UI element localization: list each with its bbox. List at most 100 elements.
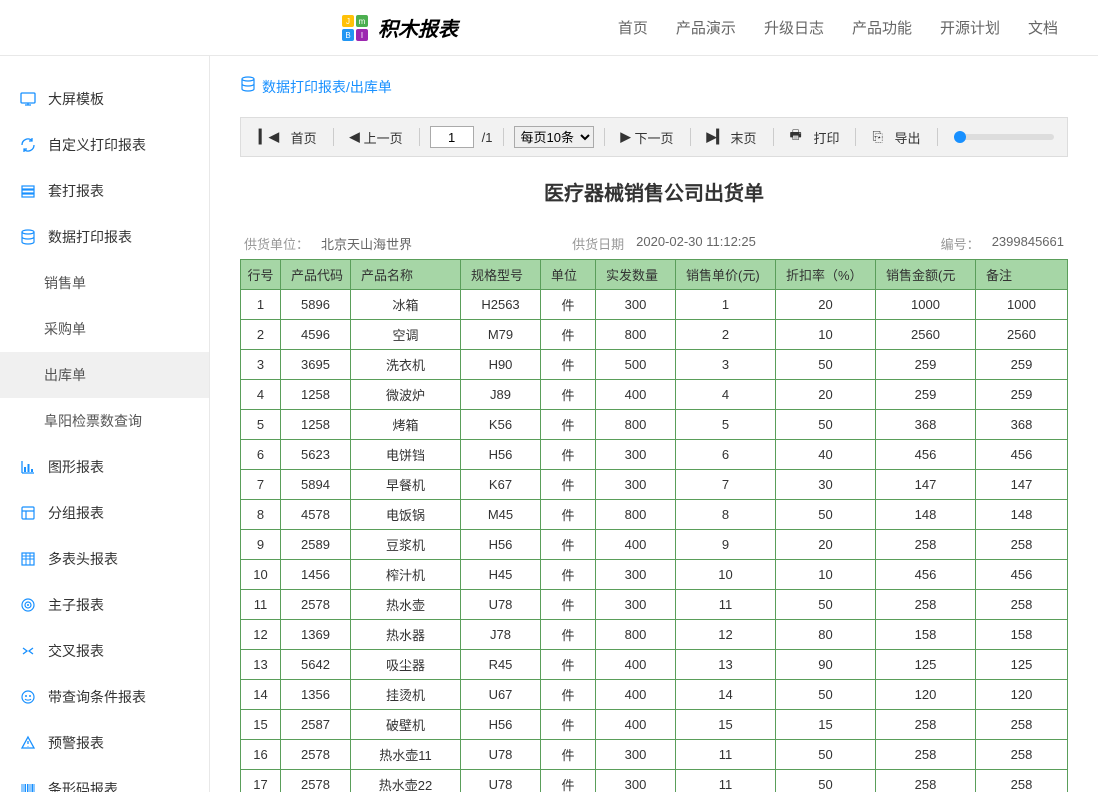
export-button[interactable]: ⎘ 导出 — [866, 128, 926, 147]
sidebar-item[interactable]: 大屏模板 — [0, 76, 209, 122]
table-cell: 800 — [596, 410, 676, 440]
per-page-select[interactable]: 每页10条 — [514, 126, 594, 148]
table-cell: 400 — [596, 680, 676, 710]
sidebar-item[interactable]: 数据打印报表 — [0, 214, 209, 260]
table-cell: 5 — [241, 410, 281, 440]
table-cell: 258 — [976, 710, 1068, 740]
table-cell: 300 — [596, 770, 676, 792]
logo[interactable]: JmBI 积木报表 — [340, 13, 458, 43]
last-page-button[interactable]: ▶▎末页 — [701, 128, 763, 147]
table-cell: 烤箱 — [351, 410, 461, 440]
table-cell: 1456 — [281, 560, 351, 590]
table-cell: 259 — [976, 350, 1068, 380]
sidebar-sub-item[interactable]: 出库单 — [0, 352, 209, 398]
content: 数据打印报表/出库单 ▎◀ 首页 ◀上一页 /1 每页10条 ▶下一页 ▶▎末页… — [210, 56, 1098, 792]
table-row: 152587破壁机H56件4001515258258 — [241, 710, 1068, 740]
table-cell: 件 — [541, 530, 596, 560]
table-cell: 10 — [676, 560, 776, 590]
table-cell: 148 — [876, 500, 976, 530]
table-cell: 456 — [876, 560, 976, 590]
table-cell: 20 — [776, 290, 876, 320]
table-cell: 14 — [676, 680, 776, 710]
table-cell: 258 — [876, 530, 976, 560]
db-icon — [20, 229, 36, 245]
table-cell: H56 — [461, 530, 541, 560]
table-cell: 1369 — [281, 620, 351, 650]
table-row: 24596空调M79件80021025602560 — [241, 320, 1068, 350]
print-button[interactable]: 🖶 打印 — [784, 126, 846, 148]
table-cell: 50 — [776, 350, 876, 380]
table-cell: 400 — [596, 530, 676, 560]
nav-link[interactable]: 产品功能 — [852, 17, 912, 38]
table-cell: 1258 — [281, 380, 351, 410]
table-cell: 258 — [976, 770, 1068, 792]
table-cell: U67 — [461, 680, 541, 710]
sidebar-item-label: 套打报表 — [48, 181, 104, 201]
sidebar-sub-item[interactable]: 阜阳检票数查询 — [0, 398, 209, 444]
sidebar-sub-item[interactable]: 销售单 — [0, 260, 209, 306]
table-cell: 11 — [676, 590, 776, 620]
database-icon — [240, 76, 256, 97]
sidebar-item-label: 带查询条件报表 — [48, 687, 146, 707]
nav-link[interactable]: 首页 — [618, 17, 648, 38]
sidebar-item[interactable]: 条形码报表 — [0, 766, 209, 792]
table-cell: 件 — [541, 440, 596, 470]
sidebar-item[interactable]: 套打报表 — [0, 168, 209, 214]
date-label: 供货日期 — [572, 234, 624, 253]
sidebar-item[interactable]: 带查询条件报表 — [0, 674, 209, 720]
table-cell: 50 — [776, 740, 876, 770]
table-cell: K67 — [461, 470, 541, 500]
table-row: 162578热水壶11U78件3001150258258 — [241, 740, 1068, 770]
first-page-button[interactable]: ▎◀ 首页 — [253, 128, 323, 147]
table-cell: 120 — [976, 680, 1068, 710]
sidebar-item[interactable]: 分组报表 — [0, 490, 209, 536]
sidebar-item-label: 条形码报表 — [48, 779, 118, 792]
sidebar-item[interactable]: 图形报表 — [0, 444, 209, 490]
table-cell: 件 — [541, 470, 596, 500]
table-cell: 3 — [676, 350, 776, 380]
table-cell: 10 — [776, 560, 876, 590]
table-cell: 1 — [241, 290, 281, 320]
prev-page-button[interactable]: ◀上一页 — [344, 128, 409, 147]
sidebar-item-label: 主子报表 — [48, 595, 104, 615]
nav-link[interactable]: 开源计划 — [940, 17, 1000, 38]
sidebar-item[interactable]: 交叉报表 — [0, 628, 209, 674]
sidebar-item-label: 预警报表 — [48, 733, 104, 753]
nav-link[interactable]: 升级日志 — [764, 17, 824, 38]
table-header: 销售单价(元) — [676, 260, 776, 290]
table-cell: 12 — [241, 620, 281, 650]
table-cell: 件 — [541, 710, 596, 740]
page-input[interactable] — [430, 126, 474, 148]
logo-icon: JmBI — [340, 13, 370, 43]
table-cell: 14 — [241, 680, 281, 710]
sidebar-item[interactable]: 多表头报表 — [0, 536, 209, 582]
sidebar-item[interactable]: 主子报表 — [0, 582, 209, 628]
table-cell: 热水壶22 — [351, 770, 461, 792]
next-page-button[interactable]: ▶下一页 — [615, 128, 680, 147]
table-row: 84578电饭锅M45件800850148148 — [241, 500, 1068, 530]
sidebar-sub-item[interactable]: 采购单 — [0, 306, 209, 352]
nav-link[interactable]: 文档 — [1028, 17, 1058, 38]
table-row: 51258烤箱K56件800550368368 — [241, 410, 1068, 440]
data-table: 行号产品代码产品名称规格型号单位实发数量销售单价(元)折扣率（%）销售金额(元备… — [240, 259, 1068, 792]
zoom-slider[interactable] — [954, 134, 1054, 140]
table-cell: 300 — [596, 470, 676, 500]
svg-text:J: J — [346, 17, 350, 26]
screen-icon — [20, 91, 36, 107]
svg-text:B: B — [345, 31, 350, 40]
table-cell: 2560 — [976, 320, 1068, 350]
sidebar-item-label: 数据打印报表 — [48, 227, 132, 247]
table-cell: 件 — [541, 380, 596, 410]
table-cell: 50 — [776, 770, 876, 792]
table-cell: 件 — [541, 410, 596, 440]
table-cell: 电饼铛 — [351, 440, 461, 470]
sidebar-item[interactable]: 预警报表 — [0, 720, 209, 766]
table-cell: 件 — [541, 620, 596, 650]
table-cell: 早餐机 — [351, 470, 461, 500]
sidebar-item[interactable]: 自定义打印报表 — [0, 122, 209, 168]
breadcrumb[interactable]: 数据打印报表/出库单 — [240, 76, 1068, 97]
table-cell: 件 — [541, 350, 596, 380]
toolbar: ▎◀ 首页 ◀上一页 /1 每页10条 ▶下一页 ▶▎末页 🖶 打印 ⎘ 导出 — [240, 117, 1068, 157]
nav-link[interactable]: 产品演示 — [676, 17, 736, 38]
group-icon — [20, 505, 36, 521]
